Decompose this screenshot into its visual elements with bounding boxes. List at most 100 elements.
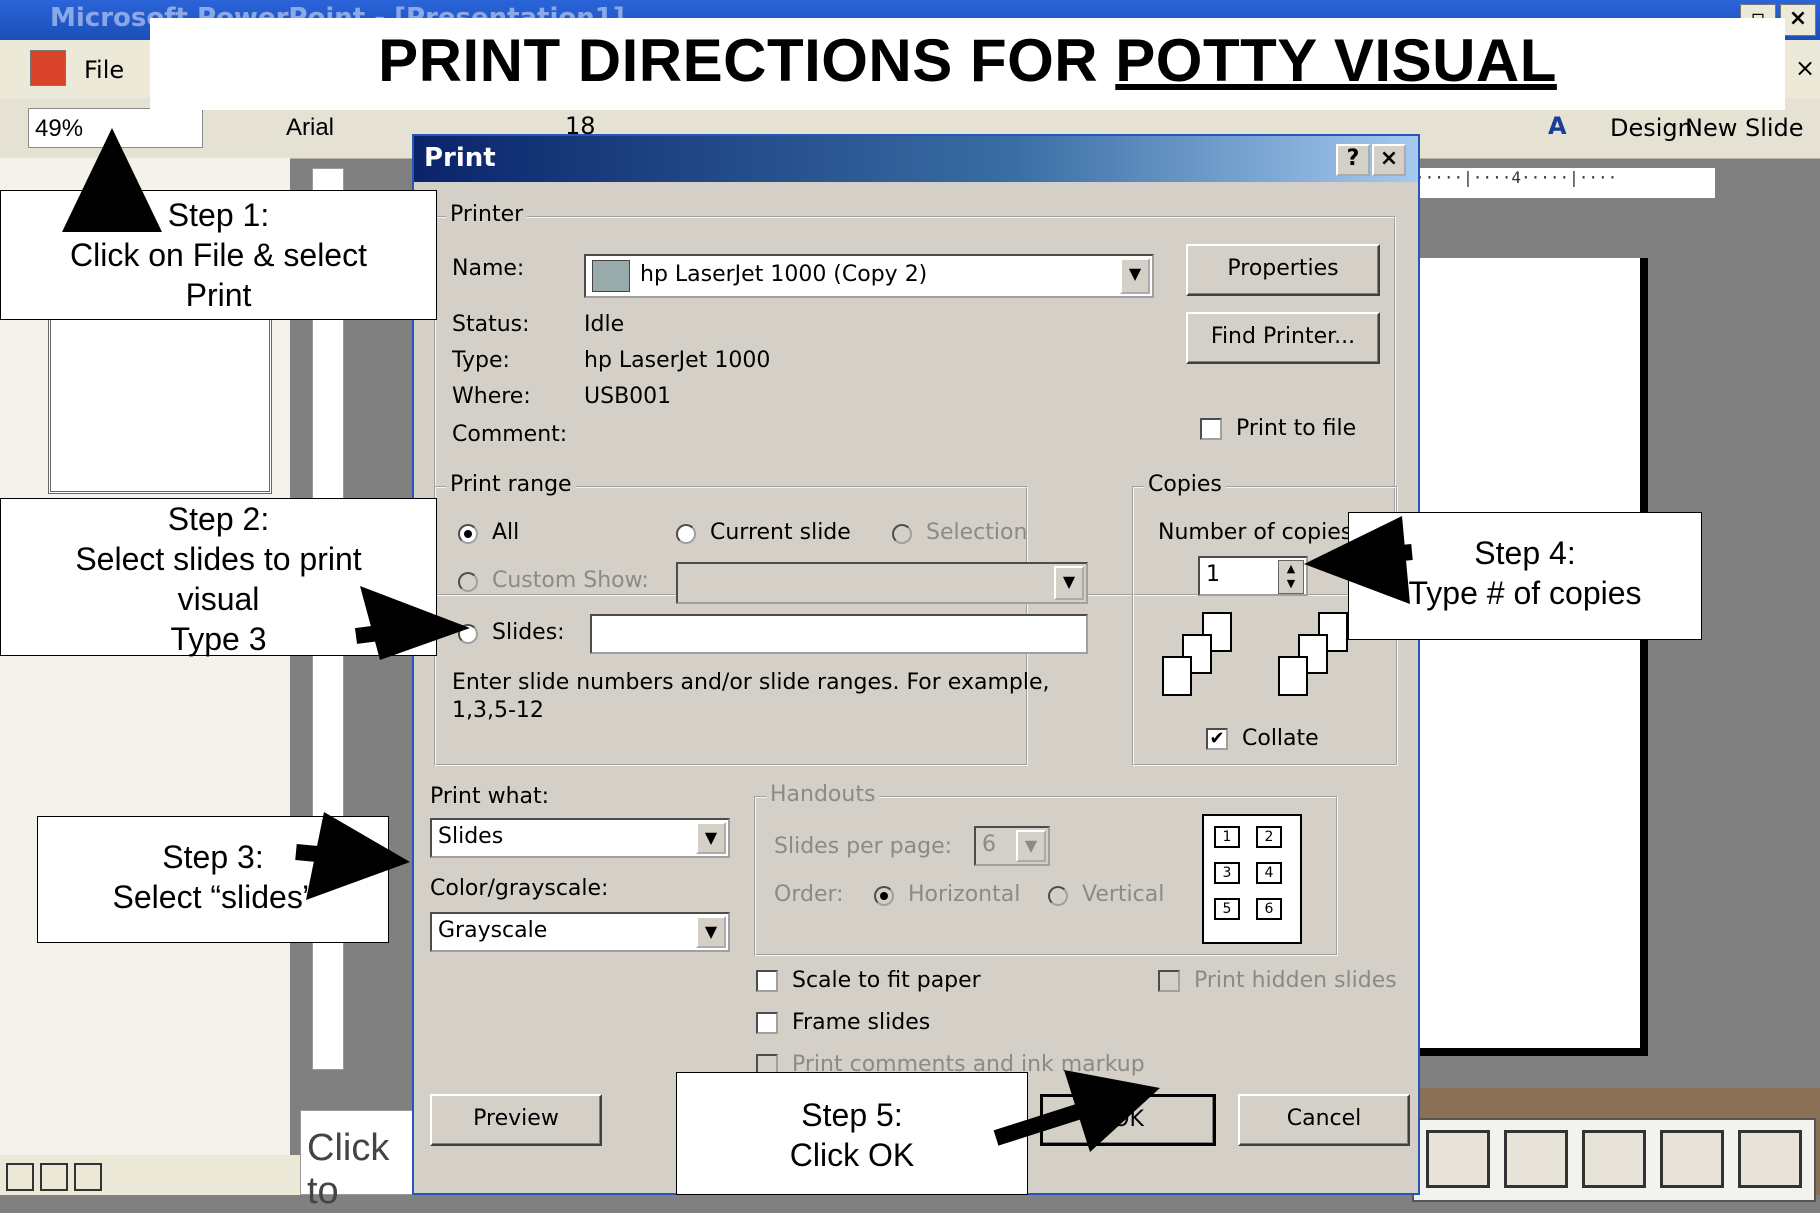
pull-up-picture (1660, 1130, 1724, 1188)
wipe-picture (1582, 1130, 1646, 1188)
color-grayscale-value: Grayscale (438, 918, 548, 943)
step1-line1: Step 1: (167, 197, 270, 233)
preview-button[interactable]: Preview (430, 1094, 602, 1146)
slides-input[interactable] (590, 614, 1088, 654)
frame-slides-checkbox[interactable] (756, 1012, 778, 1034)
pull-down-picture (1426, 1130, 1490, 1188)
chevron-down-icon[interactable]: ▼ (696, 822, 726, 854)
copies-value: 1 (1206, 562, 1220, 587)
status-value: Idle (584, 312, 625, 337)
copies-legend: Copies (1144, 472, 1226, 497)
color-grayscale-select[interactable]: Grayscale ▼ (430, 912, 730, 952)
close-app-button[interactable]: × (1780, 4, 1816, 36)
potty-visual-photo (1382, 1088, 1820, 1202)
go-picture (1504, 1130, 1568, 1188)
chevron-down-icon[interactable]: ▼ (1054, 566, 1084, 600)
handouts-legend: Handouts (766, 782, 880, 807)
step3-callout: Step 3: Select “slides” (37, 816, 389, 943)
zoom-box[interactable]: 49% (28, 108, 203, 148)
selection-label: Selection (926, 520, 1028, 545)
step1-line3: Print (185, 277, 252, 313)
slide-canvas[interactable] (1420, 258, 1648, 1056)
chevron-down-icon[interactable]: ▼ (696, 916, 726, 948)
current-slide-label: Current slide (710, 520, 851, 545)
cancel-button[interactable]: Cancel (1238, 1094, 1410, 1146)
step2-line4: Type 3 (170, 621, 267, 657)
current-slide-radio[interactable] (676, 524, 696, 544)
step4-callout: Step 4: Type # of copies (1348, 512, 1702, 640)
printer-name-select[interactable]: hp LaserJet 1000 (Copy 2) ▼ (584, 254, 1154, 298)
where-label: Where: (452, 384, 531, 409)
step4-line1: Step 4: (1474, 535, 1576, 571)
design-button[interactable]: Design (1610, 114, 1693, 142)
design-label: Design (1610, 114, 1693, 142)
dialog-title: Print (424, 143, 496, 173)
scale-to-fit-label: Scale to fit paper (792, 968, 981, 993)
print-what-label: Print what: (430, 784, 550, 809)
printer-name-value: hp LaserJet 1000 (Copy 2) (640, 262, 928, 287)
help-button[interactable]: ? (1336, 144, 1370, 176)
printer-legend: Printer (446, 202, 528, 227)
slides-per-page-select[interactable]: 6 ▼ (974, 826, 1050, 866)
handout-cell: 1 (1214, 826, 1240, 848)
collate-illustration (1158, 606, 1358, 706)
copies-spinner[interactable]: ▲ ▼ (1278, 560, 1304, 594)
vertical-radio[interactable] (1048, 886, 1068, 906)
chevron-down-icon[interactable]: ▼ (1120, 258, 1150, 294)
step2-line3: visual (177, 581, 260, 617)
horizontal-ruler: ·····|····4·····|···· (1415, 168, 1715, 198)
step2-line2: Select slides to print (75, 541, 362, 577)
type-value: hp LaserJet 1000 (584, 348, 771, 373)
copies-input[interactable]: 1 ▲ ▼ (1198, 556, 1308, 596)
slideshow-icon[interactable] (74, 1163, 102, 1191)
collate-page-icon (1278, 656, 1308, 696)
chevron-down-icon[interactable]: ▼ (1016, 830, 1046, 862)
font-color-icon[interactable]: A (1548, 112, 1567, 140)
step1-line2: Click on File & select (70, 237, 367, 273)
find-printer-button[interactable]: Find Printer... (1186, 312, 1380, 364)
custom-show-select[interactable]: ▼ (676, 562, 1088, 604)
normal-view-icon[interactable] (6, 1163, 34, 1191)
handout-cell: 6 (1256, 898, 1282, 920)
name-label: Name: (452, 256, 525, 281)
step2-line1: Step 2: (167, 501, 270, 537)
properties-button[interactable]: Properties (1186, 244, 1380, 296)
print-to-file-checkbox[interactable] (1200, 418, 1222, 440)
frame-slides-label: Frame slides (792, 1010, 931, 1035)
header-title: PRINT DIRECTIONS FOR POTTY VISUAL (150, 26, 1785, 95)
ok-button[interactable]: OK (1040, 1094, 1216, 1146)
handout-layout-preview: 1 2 3 4 5 6 (1202, 814, 1302, 944)
step2-callout: Step 2: Select slides to print visual Ty… (0, 498, 437, 657)
number-of-copies-label: Number of copies: (1158, 520, 1360, 545)
print-what-select[interactable]: Slides ▼ (430, 818, 730, 858)
dialog-close-button[interactable]: × (1372, 144, 1406, 176)
visual-card (1412, 1118, 1816, 1202)
notes-pane[interactable]: Click to (300, 1110, 420, 1212)
slide-sorter-icon[interactable] (40, 1163, 68, 1191)
handout-cell: 4 (1256, 862, 1282, 884)
scale-to-fit-checkbox[interactable] (756, 970, 778, 992)
slides-per-page-value: 6 (982, 832, 996, 857)
header-underlined: POTTY VISUAL (1115, 27, 1557, 94)
handout-cell: 5 (1214, 898, 1240, 920)
print-hidden-checkbox[interactable] (1158, 970, 1180, 992)
step3-line2: Select “slides” (112, 879, 314, 915)
new-slide-button[interactable]: New Slide (1685, 114, 1804, 142)
all-label: All (492, 520, 520, 545)
slides-radio[interactable] (458, 624, 478, 644)
all-radio[interactable] (458, 524, 478, 544)
collate-checkbox[interactable]: ✔ (1206, 728, 1228, 750)
menu-file[interactable]: File (84, 56, 124, 84)
custom-show-radio[interactable] (458, 572, 478, 592)
powerpoint-doc-icon[interactable] (30, 50, 66, 86)
header-prefix: PRINT DIRECTIONS FOR (378, 27, 1116, 94)
slides-per-page-label: Slides per page: (774, 834, 953, 859)
status-label: Status: (452, 312, 530, 337)
range-hint: Enter slide numbers and/or slide ranges.… (452, 670, 1050, 695)
horizontal-radio[interactable] (874, 886, 894, 906)
step1-callout: Step 1: Click on File & select Print (0, 190, 437, 320)
wash-picture (1738, 1130, 1802, 1188)
collate-label: Collate (1242, 726, 1319, 751)
selection-radio[interactable] (892, 524, 912, 544)
close-doc-icon[interactable]: × (1795, 54, 1815, 82)
